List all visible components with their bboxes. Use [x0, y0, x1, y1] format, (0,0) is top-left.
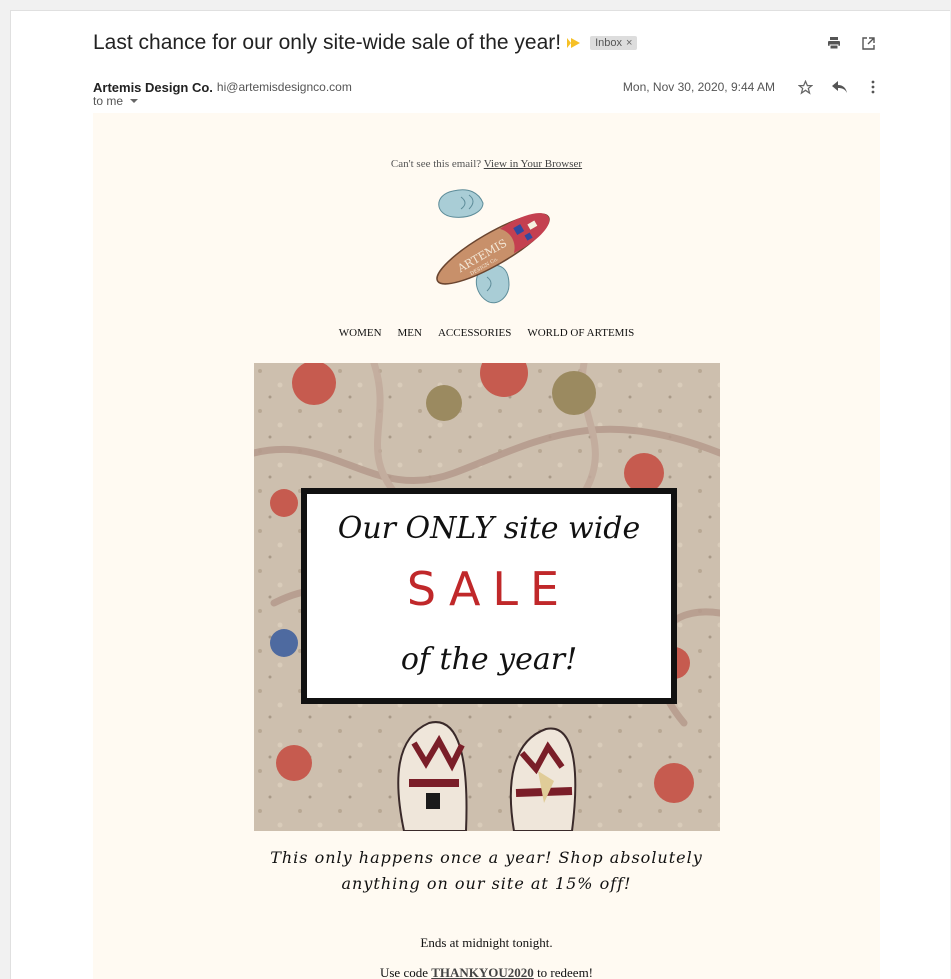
email-nav: WOMEN MEN ACCESSORIES WORLD OF ARTEMIS	[93, 327, 880, 339]
subject-row: Last chance for our only site-wide sale …	[93, 29, 638, 57]
recipient-row[interactable]: to me	[93, 94, 139, 108]
ends-notice: Ends at midnight tonight.	[420, 935, 553, 950]
cant-see-text: Can't see this email?	[390, 158, 482, 170]
nav-women[interactable]: WOMEN	[339, 327, 382, 339]
print-icon[interactable]	[824, 33, 844, 53]
nav-men[interactable]: MEN	[398, 327, 422, 339]
inbox-label-text: Inbox	[595, 37, 623, 49]
view-in-browser-link[interactable]: View in Your Browser	[484, 158, 582, 170]
promo-line-2: anything on our site at 15% off!	[341, 874, 632, 893]
code-suffix: to redeem!	[537, 965, 594, 979]
nav-world-of-artemis[interactable]: WORLD OF ARTEMIS	[527, 327, 634, 339]
promo-line-1: This only happens once a year! Shop abso…	[270, 848, 703, 867]
left-slipper	[397, 721, 468, 831]
message-date: Mon, Nov 30, 2020, 9:44 AM	[622, 80, 775, 94]
email-body: Can't see this email? View in Your Brows…	[93, 113, 880, 979]
hero-sale-word: SALE	[407, 562, 571, 616]
artemis-logo[interactable]: ARTEMIS DESIGN Co.	[413, 181, 573, 321]
code-prefix: Use code	[379, 965, 428, 979]
open-in-new-window-icon[interactable]	[858, 33, 878, 53]
remove-label-icon[interactable]: ×	[626, 37, 632, 49]
reply-icon[interactable]	[829, 77, 849, 97]
promo-code[interactable]: THANKYOU2020	[431, 965, 534, 979]
chevron-down-icon[interactable]	[130, 99, 139, 103]
message-meta: Mon, Nov 30, 2020, 9:44 AM	[623, 77, 883, 97]
promo-code-line: Use code THANKYOU2020 to redeem!	[93, 965, 880, 979]
recipient-label: to me	[93, 94, 124, 108]
hero-image[interactable]: Our ONLY site wide SALE of the year!	[254, 363, 720, 831]
sender-row: Artemis Design Co. hi@artemisdesignco.co…	[93, 77, 883, 97]
email-view: Last chance for our only site-wide sale …	[10, 10, 950, 979]
more-vert-icon[interactable]	[863, 77, 883, 97]
sender-name[interactable]: Artemis Design Co.	[93, 80, 213, 95]
star-icon[interactable]	[795, 77, 815, 97]
importance-marker-icon[interactable]	[567, 38, 581, 48]
view-in-browser-line: Can't see this email? View in Your Brows…	[93, 158, 880, 170]
hero-line-3: of the year!	[401, 642, 577, 677]
inbox-label-chip[interactable]: Inbox ×	[590, 36, 638, 50]
sender-email: hi@artemisdesignco.com	[216, 80, 352, 94]
logo-paisley-top	[438, 189, 484, 218]
nav-accessories[interactable]: ACCESSORIES	[438, 327, 511, 339]
email-subject: Last chance for our only site-wide sale …	[93, 31, 562, 54]
promo-copy: This only happens once a year! Shop abso…	[93, 845, 880, 897]
hero-line-1: Our ONLY site wide	[338, 511, 641, 546]
thread-actions	[824, 33, 878, 53]
